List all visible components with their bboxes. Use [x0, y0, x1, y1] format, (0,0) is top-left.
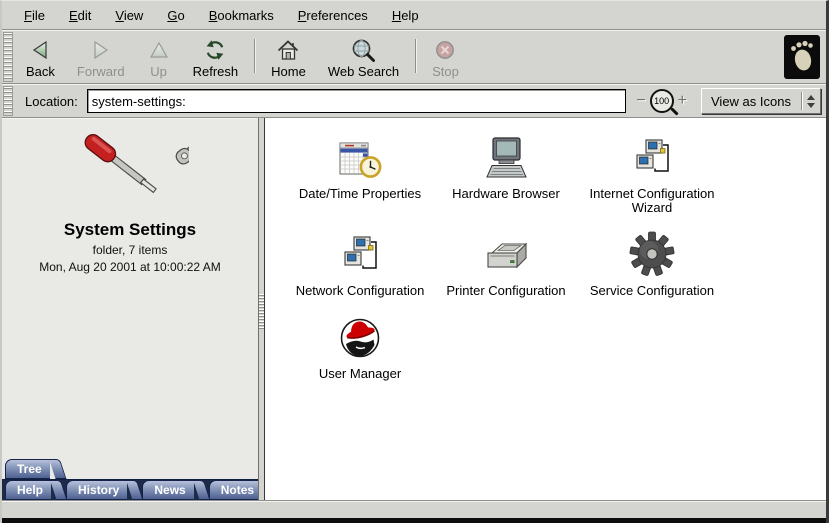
item-label: Date/Time Properties: [299, 187, 421, 201]
back-icon: [29, 37, 51, 63]
toolbar-separator: [415, 39, 416, 73]
menu-view[interactable]: View: [103, 8, 155, 23]
tab-tree[interactable]: Tree: [5, 459, 50, 479]
up-label: Up: [150, 65, 167, 79]
view-mode-label: View as Icons: [711, 94, 801, 109]
tab-history[interactable]: History: [66, 480, 127, 500]
refresh-button[interactable]: Refresh: [182, 31, 250, 83]
location-bar-grip[interactable]: [3, 86, 13, 116]
internet-config-icon: [629, 128, 675, 182]
forward-button: Forward: [66, 31, 136, 83]
tab-notes[interactable]: Notes: [209, 480, 258, 500]
tab-history-label: History: [78, 483, 119, 497]
item-printer-configuration[interactable]: Printer Configuration: [433, 225, 579, 298]
content-view: Date/Time Properties: [265, 118, 826, 500]
item-label: Network Configuration: [296, 284, 425, 298]
menu-preferences[interactable]: Preferences: [286, 8, 380, 23]
user-manager-icon: [336, 308, 384, 362]
zoom-level-value: 100: [654, 96, 669, 106]
sidebar-tab-row-top: Tree: [2, 457, 258, 479]
zoom-level-indicator[interactable]: 100: [650, 89, 674, 113]
item-label: Hardware Browser: [452, 187, 560, 201]
dropdown-separator: [801, 92, 802, 110]
nautilus-window: File Edit View Go Bookmarks Preferences …: [0, 0, 829, 523]
sidebar-resize-handle[interactable]: [258, 118, 265, 500]
hardware-browser-icon: [482, 128, 530, 182]
item-network-configuration[interactable]: Network Configuration: [287, 225, 433, 298]
sidebar: System Settings folder, 7 items Mon, Aug…: [2, 118, 258, 500]
tab-notes-label: Notes: [221, 483, 254, 497]
refresh-icon: [204, 37, 226, 63]
sidebar-item-count: folder, 7 items: [2, 243, 258, 257]
forward-label: Forward: [77, 65, 125, 79]
web-search-icon: [351, 37, 376, 63]
toolbar-separator: [254, 39, 255, 73]
tab-news-label: News: [154, 483, 185, 497]
up-button: Up: [136, 31, 182, 83]
sidebar-date: Mon, Aug 20 2001 at 10:00:22 AM: [2, 260, 258, 274]
item-service-configuration[interactable]: Service Configuration: [579, 225, 725, 298]
home-button[interactable]: Home: [260, 31, 317, 83]
forward-icon: [90, 37, 112, 63]
sidebar-tab-row-bottom: Help History News Notes: [2, 479, 258, 500]
menu-bookmarks[interactable]: Bookmarks: [197, 8, 286, 23]
item-hardware-browser[interactable]: Hardware Browser: [433, 128, 579, 215]
network-config-icon: [337, 225, 383, 279]
home-label: Home: [271, 65, 306, 79]
service-config-icon: [627, 225, 677, 279]
dropdown-arrows-icon: [807, 95, 815, 108]
tab-help-label: Help: [17, 483, 43, 497]
toolbar: Back Forward Up Refresh: [2, 30, 826, 84]
throbber[interactable]: [784, 35, 820, 79]
zoom-out-button[interactable]: −: [636, 96, 645, 106]
item-user-manager[interactable]: User Manager: [287, 308, 433, 381]
menu-bar: File Edit View Go Bookmarks Preferences …: [2, 1, 826, 30]
item-label: Internet Configuration Wizard: [581, 187, 723, 215]
menu-file[interactable]: File: [12, 8, 57, 23]
menu-edit[interactable]: Edit: [57, 8, 103, 23]
stop-icon: [434, 37, 456, 63]
stop-button: Stop: [421, 31, 470, 83]
location-bar: Location: − 100 + View as Icons: [2, 84, 826, 118]
sidebar-title: System Settings: [2, 220, 258, 240]
item-label: Printer Configuration: [446, 284, 565, 298]
tab-news[interactable]: News: [142, 480, 193, 500]
location-input[interactable]: [87, 89, 627, 113]
item-internet-configuration-wizard[interactable]: Internet Configuration Wizard: [579, 128, 725, 215]
window-bottom-edge: [2, 518, 826, 523]
item-date-time-properties[interactable]: Date/Time Properties: [287, 128, 433, 215]
zoom-control: − 100 +: [636, 89, 687, 113]
zoom-in-button[interactable]: +: [678, 96, 687, 106]
web-search-label: Web Search: [328, 65, 399, 79]
location-label: Location:: [25, 94, 78, 109]
toolbar-grip[interactable]: [3, 32, 13, 82]
status-bar: [2, 500, 826, 518]
home-icon: [276, 37, 300, 63]
menu-go[interactable]: Go: [155, 8, 196, 23]
printer-icon: [481, 225, 531, 279]
datetime-icon: [337, 128, 383, 182]
item-label: Service Configuration: [590, 284, 714, 298]
item-label: User Manager: [319, 367, 401, 381]
stop-label: Stop: [432, 65, 459, 79]
up-icon: [148, 37, 170, 63]
refresh-label: Refresh: [193, 65, 239, 79]
back-label: Back: [26, 65, 55, 79]
view-mode-dropdown[interactable]: View as Icons: [701, 88, 821, 114]
tab-tree-label: Tree: [17, 462, 42, 476]
tab-help[interactable]: Help: [5, 480, 51, 500]
back-button[interactable]: Back: [15, 31, 66, 83]
system-settings-icon: [71, 201, 189, 216]
web-search-button[interactable]: Web Search: [317, 31, 410, 83]
gnome-foot-icon: [787, 38, 817, 77]
menu-help[interactable]: Help: [380, 8, 431, 23]
